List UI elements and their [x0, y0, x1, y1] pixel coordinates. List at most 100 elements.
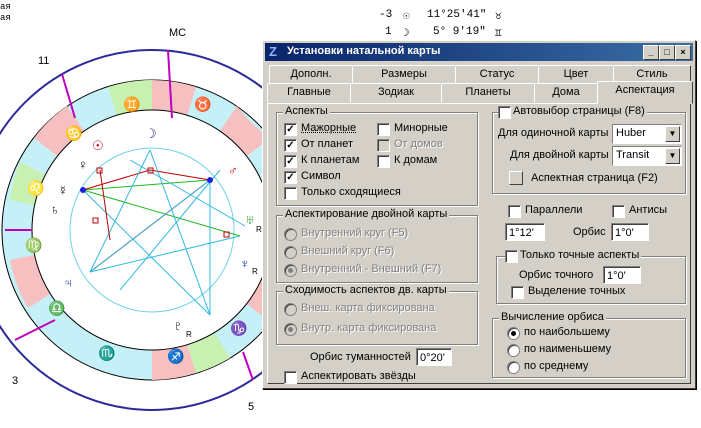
orb-calc-title: Вычисление орбиса	[499, 311, 606, 323]
inner-fixed-radio[interactable]	[284, 323, 297, 336]
nebula-orb-label: Орбис туманностей	[310, 351, 411, 363]
orb-label: Орбис	[573, 226, 606, 238]
aspect-page-button[interactable]	[509, 171, 523, 185]
minimize-button[interactable]: _	[643, 45, 659, 60]
major-label: Мажорные	[301, 122, 357, 134]
nebula-orb-input[interactable]: 0°20'	[416, 348, 452, 366]
neptune-planet-glyph: ♆	[240, 256, 250, 271]
from-houses-checkbox[interactable]	[377, 139, 390, 152]
sign-glyph-virgo: ♍	[25, 237, 43, 253]
chevron-down-icon[interactable]: ▼	[665, 148, 680, 164]
chevron-down-icon[interactable]: ▼	[665, 126, 680, 142]
outer-fixed-label: Внеш. карта фиксирована	[301, 302, 435, 314]
auto-page-group: Автовыбор страницы (F8) Для одиночной ка…	[492, 105, 686, 194]
orb-average-radio[interactable]	[507, 361, 520, 374]
tab-glavnye[interactable]: Главные	[267, 83, 351, 103]
antiscia-label: Антисы	[629, 204, 668, 216]
exact-aspects-group: Только точные аспекты Орбис точного 1°0'…	[496, 249, 686, 304]
aspects-tab-panel: Аспекты ✓ Мажорные Минорные ✓ От планет …	[267, 103, 691, 384]
sign-glyph-cancer: ♋	[65, 125, 83, 141]
dialog-titlebar[interactable]: Z Установки натальной карты _ □ ×	[265, 43, 693, 61]
moon-planet-glyph: ☽	[145, 126, 157, 141]
highlight-exact-checkbox[interactable]	[511, 286, 524, 299]
inner-circle-radio[interactable]	[284, 228, 297, 241]
antiscia-checkbox[interactable]	[612, 205, 625, 218]
sign-glyph-leo: ♌	[27, 180, 45, 196]
pluto-planet-glyph: ♇	[173, 318, 183, 333]
tab-doma[interactable]: Дома	[534, 83, 598, 103]
tab-zodiak[interactable]: Зодиак	[350, 83, 442, 103]
inner-circle-label: Внутренний круг (F5)	[301, 227, 409, 239]
double-chart-label: Для двойной карты	[510, 149, 609, 161]
mars-planet-glyph: ♂	[228, 163, 238, 178]
aspect-stars-checkbox[interactable]	[284, 371, 297, 384]
inner-outer-radio[interactable]	[284, 264, 297, 277]
maximize-button[interactable]: □	[659, 45, 675, 60]
only-converging-checkbox[interactable]	[284, 187, 297, 200]
from-houses-label: От домов	[394, 138, 443, 150]
close-button[interactable]: ×	[675, 45, 691, 60]
sign-glyph-sagittarius: ♐	[167, 348, 185, 364]
single-chart-select[interactable]: Huber ▼	[612, 124, 682, 144]
orb-average-label: по среднему	[524, 360, 589, 372]
convergence-group-title: Сходимость аспектов дв. карты	[283, 284, 449, 296]
to-houses-checkbox[interactable]	[377, 155, 390, 168]
from-planets-label: От планет	[301, 138, 354, 150]
aspects-group: Аспекты ✓ Мажорные Минорные ✓ От планет …	[276, 105, 478, 206]
single-chart-label: Для одиночной карты	[498, 127, 609, 139]
tab-aspektatsiya[interactable]: Аспектация	[597, 81, 693, 104]
sign-glyph-capricorn: ♑	[230, 320, 248, 336]
aspect-stars-label: Аспектировать звёзды	[301, 370, 416, 382]
uranus-planet-glyph: ♅	[245, 212, 255, 227]
to-houses-label: К домам	[394, 154, 438, 166]
saturn-planet-glyph: ♄	[50, 202, 60, 217]
tab-status[interactable]: Статус	[455, 65, 539, 85]
sign-glyph-libra: ♎	[48, 300, 66, 316]
inner-fixed-label: Внутр. карта фиксирована	[301, 322, 437, 334]
minor-checkbox[interactable]	[377, 123, 390, 136]
antiscia-orb-input[interactable]: 1°0'	[611, 223, 649, 241]
exact-orb-label: Орбис точного	[519, 269, 594, 281]
orb-calc-group: Вычисление орбиса по наибольшему по наим…	[492, 311, 686, 378]
jupiter-planet-glyph: ♃	[63, 275, 73, 290]
exact-only-checkbox[interactable]	[505, 250, 518, 263]
double-chart-value: Transit	[616, 149, 650, 161]
major-checkbox[interactable]: ✓	[284, 123, 297, 136]
natal-chart-settings-dialog: Z Установки натальной карты _ □ × Дополн…	[262, 40, 696, 389]
inner-outer-label: Внутренний - Внешний (F7)	[301, 263, 442, 275]
symbol-checkbox[interactable]: ✓	[284, 171, 297, 184]
neptune-retro-mark: R	[252, 267, 258, 276]
desktop: ая ая -3 ☉ 11°25'41" ♉ 1 ☽ 5° 9'19" ♊ MC…	[0, 0, 701, 428]
tab-dopoln[interactable]: Дополн.	[269, 65, 353, 85]
uranus-retro-mark: R	[256, 225, 262, 234]
venus-planet-glyph: ♀	[78, 157, 88, 172]
sign-glyph-scorpio: ♏	[98, 345, 116, 361]
symbol-label: Символ	[301, 170, 341, 182]
tab-planety[interactable]: Планеты	[441, 83, 535, 103]
double-chart-group-title: Аспектирование двойной карты	[283, 208, 450, 220]
convergence-group: Сходимость аспектов дв. карты Внеш. карт…	[276, 284, 478, 345]
only-converging-label: Только сходящиеся	[301, 186, 401, 198]
double-chart-group: Аспектирование двойной карты Внутренний …	[276, 208, 478, 283]
minor-label: Минорные	[394, 122, 448, 134]
app-icon: Z	[269, 44, 277, 59]
parallels-checkbox[interactable]	[508, 205, 521, 218]
parallels-orb-input[interactable]: 1°12'	[505, 223, 545, 241]
auto-page-label: Автовыбор страницы (F8)	[511, 105, 647, 117]
from-planets-checkbox[interactable]: ✓	[284, 139, 297, 152]
sign-glyph-gemini: ♊	[123, 96, 141, 112]
outer-circle-radio[interactable]	[284, 246, 297, 259]
single-chart-value: Huber	[616, 127, 646, 139]
to-planets-checkbox[interactable]: ✓	[284, 155, 297, 168]
double-chart-select[interactable]: Transit ▼	[612, 146, 682, 166]
orb-largest-radio[interactable]	[507, 327, 520, 340]
exact-orb-input[interactable]: 1°0'	[603, 266, 641, 284]
mc-label: MC	[169, 27, 187, 39]
pluto-retro-mark: R	[186, 330, 192, 339]
house-11-label: 11	[38, 55, 50, 67]
tab-razmery[interactable]: Размеры	[352, 65, 456, 85]
outer-fixed-radio[interactable]	[284, 303, 297, 316]
auto-page-checkbox[interactable]	[498, 106, 511, 119]
orb-smallest-label: по наименьшему	[524, 343, 612, 355]
orb-smallest-radio[interactable]	[507, 344, 520, 357]
